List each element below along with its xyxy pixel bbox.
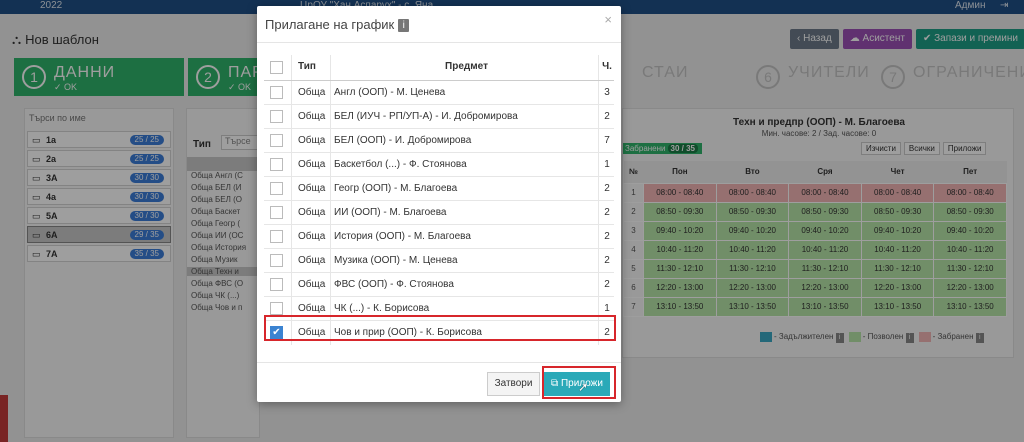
row-checkbox[interactable] [270, 206, 283, 219]
table-row[interactable]: Обща Музика (ООП) - М. Ценева 2 [264, 249, 614, 273]
table-row[interactable]: Обща Англ (ООП) - М. Ценева 3 [264, 81, 614, 105]
row-checkbox[interactable] [270, 278, 283, 291]
row-checkbox[interactable] [270, 230, 283, 243]
row-checkbox[interactable] [270, 302, 283, 315]
row-checkbox[interactable] [270, 182, 283, 195]
select-all-checkbox[interactable] [270, 61, 283, 74]
close-icon[interactable]: × [604, 12, 612, 27]
close-button[interactable]: Затвори [487, 372, 540, 396]
table-header: Тип Предмет Ч. [264, 55, 614, 81]
table-row[interactable]: Обща История (ООП) - М. Благоева 2 [264, 225, 614, 249]
selected-row-highlight [264, 315, 616, 341]
subjects-table: Тип Предмет Ч. Обща Англ (ООП) - М. Ценев… [264, 55, 614, 345]
row-checkbox[interactable] [270, 86, 283, 99]
table-row[interactable]: Обща БЕЛ (ИУЧ - РП/УП-А) - И. Добромирова… [264, 105, 614, 129]
mouse-cursor-icon: ➚ [578, 380, 589, 394]
table-row[interactable]: Обща Геогр (ООП) - М. Благоева 2 [264, 177, 614, 201]
row-checkbox[interactable] [270, 158, 283, 171]
dialog-title: Прилагане на график i [265, 17, 410, 33]
table-row[interactable]: Обща БЕЛ (ООП) - И. Добромирова 7 [264, 129, 614, 153]
row-checkbox[interactable] [270, 134, 283, 147]
info-icon[interactable]: i [398, 19, 410, 33]
table-row[interactable]: Обща Баскетбол (...) - Ф. Стоянова 1 [264, 153, 614, 177]
table-row[interactable]: Обща ФВС (ООП) - Ф. Стоянова 2 [264, 273, 614, 297]
apply-schedule-dialog: Прилагане на график i × Тип Предмет Ч. Об… [257, 6, 621, 402]
row-checkbox[interactable] [270, 110, 283, 123]
table-row[interactable]: Обща ИИ (ООП) - М. Благоева 2 [264, 201, 614, 225]
row-checkbox[interactable] [270, 254, 283, 267]
